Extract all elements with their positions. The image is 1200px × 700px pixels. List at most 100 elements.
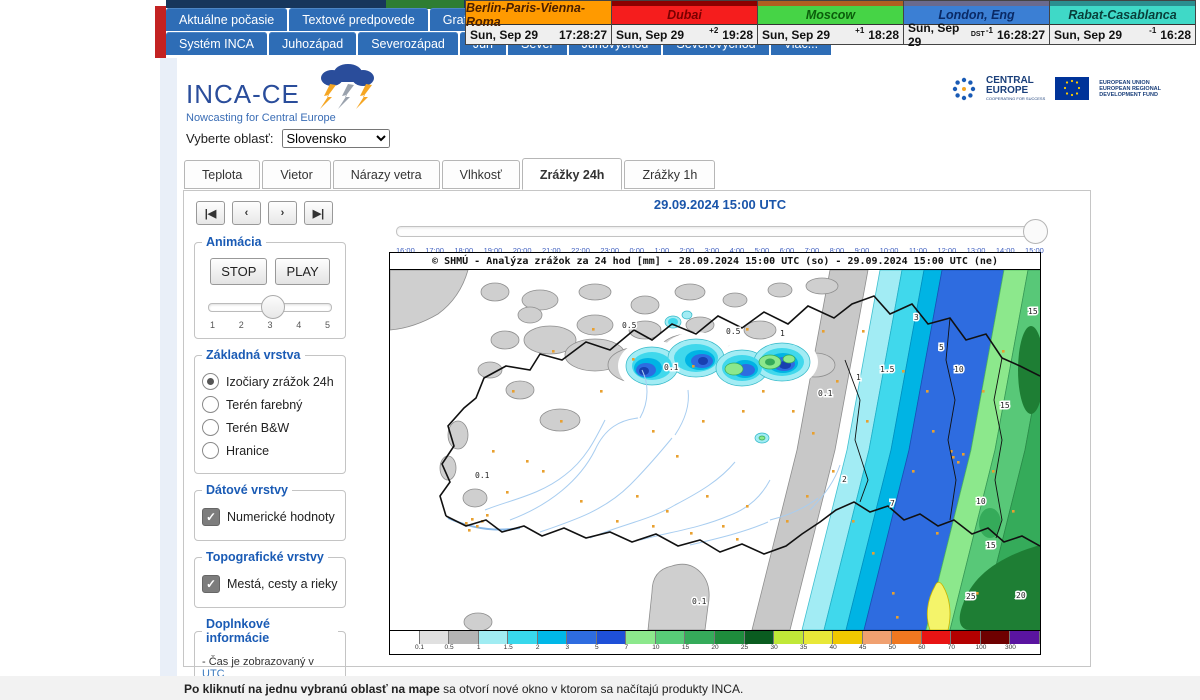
- tab-zr-ky-24h[interactable]: Zrážky 24h: [522, 158, 623, 190]
- city-dot: [580, 500, 583, 503]
- legend-label-7: 7: [625, 644, 629, 651]
- play-button[interactable]: PLAY: [275, 258, 329, 285]
- radio-option-3[interactable]: Hranice: [202, 442, 338, 459]
- city-dot: [542, 470, 545, 473]
- contour-label: 10: [976, 497, 986, 506]
- legend-label-45: 45: [859, 644, 866, 651]
- legend-cell-2: [449, 631, 479, 644]
- checkbox-option-0[interactable]: ✓Numerické hodnoty: [202, 508, 338, 526]
- clock-3: London, EngSun, Sep 29DST-116:28:27: [904, 0, 1050, 45]
- nav-tab-row2-1[interactable]: Juhozápad: [269, 32, 356, 55]
- city-dot: [652, 525, 655, 528]
- checkbox-option-0[interactable]: ✓Mestá, cesty a rieky: [202, 575, 338, 593]
- data-layer-options: ✓Numerické hodnoty: [202, 508, 338, 526]
- city-dot: [866, 420, 869, 423]
- tab-teplota[interactable]: Teplota: [184, 160, 260, 189]
- legend-label-70: 70: [948, 644, 955, 651]
- radio-unselected[interactable]: [202, 442, 219, 459]
- city-dot: [722, 525, 725, 528]
- radio-option-0[interactable]: Izočiary zrážok 24h: [202, 373, 338, 390]
- legend-label-300: 300: [1005, 644, 1016, 651]
- clock-date: Sun, Sep 29: [470, 28, 559, 42]
- skip-end-button[interactable]: ▶|: [304, 201, 333, 225]
- speed-slider-thumb[interactable]: [261, 295, 285, 319]
- legend-cell-11: [715, 631, 745, 644]
- time-slider-thumb[interactable]: [1023, 219, 1048, 244]
- region-select-row: Vyberte oblasť: Slovensko: [186, 129, 390, 148]
- radio-option-1[interactable]: Terén farebný: [202, 396, 338, 413]
- tab-vlhkos-[interactable]: Vlhkosť: [442, 160, 520, 189]
- contour-label: 25: [966, 592, 976, 601]
- radio-unselected[interactable]: [202, 396, 219, 413]
- clock-city: Moscow: [758, 6, 903, 25]
- clock-datetime: Sun, Sep 29DST-116:28:27: [904, 25, 1049, 44]
- city-dot: [982, 390, 985, 393]
- nav-tab-row1-0[interactable]: Aktuálne počasie: [166, 8, 287, 31]
- legend-label-1.5: 1.5: [504, 644, 513, 651]
- legend-label-100: 100: [975, 644, 986, 651]
- tab-zr-ky-1h[interactable]: Zrážky 1h: [624, 160, 715, 189]
- contour-label: 0.1: [475, 471, 490, 480]
- region-select[interactable]: Slovensko: [282, 129, 390, 148]
- precipitation-map[interactable]: © SHMÚ - Analýza zrážok za 24 hod [mm] -…: [389, 252, 1041, 655]
- page: Aktuálne počasieTextové predpovedeGrafic…: [0, 0, 1200, 700]
- clock-datetime: Sun, Sep 29+118:28: [758, 25, 903, 44]
- tab-n-razy-vetra[interactable]: Nárazy vetra: [333, 160, 440, 189]
- time-slider-track[interactable]: [396, 226, 1044, 237]
- content-panel: |◀‹›▶| Animácia STOP PLAY 12345 Základná…: [183, 190, 1091, 667]
- base-layer-legend: Základná vrstva: [202, 348, 305, 362]
- city-dot: [600, 390, 603, 393]
- legend-cell-15: [833, 631, 863, 644]
- legend-label-35: 35: [800, 644, 807, 651]
- ce-line2: EUROPE: [986, 85, 1028, 96]
- step-forward-button[interactable]: ›: [268, 201, 297, 225]
- contour-label: 1: [856, 373, 861, 382]
- contour-label: 1: [780, 329, 785, 338]
- checkbox-checked[interactable]: ✓: [202, 508, 220, 526]
- time-slider[interactable]: [396, 220, 1044, 242]
- stop-button[interactable]: STOP: [210, 258, 267, 285]
- clock-time: 17:28:27: [559, 28, 607, 42]
- city-dot: [992, 470, 995, 473]
- city-dot: [742, 410, 745, 413]
- speed-labels: 12345: [210, 320, 330, 330]
- radio-unselected[interactable]: [202, 419, 219, 436]
- clock-city: Dubai: [612, 6, 757, 25]
- city-dot: [692, 365, 695, 368]
- legend-cell-1: [420, 631, 450, 644]
- contour-label: 1.5: [880, 365, 895, 374]
- city-dot: [465, 522, 468, 525]
- city-dot: [932, 430, 935, 433]
- tab-vietor[interactable]: Vietor: [262, 160, 330, 189]
- speed-slider[interactable]: [208, 295, 332, 317]
- legend-cell-10: [685, 631, 715, 644]
- map-title: © SHMÚ - Analýza zrážok za 24 hod [mm] -…: [390, 253, 1040, 270]
- map-canvas[interactable]: 0.10.10.10.10.50.5111.523510151571015202…: [390, 270, 1040, 630]
- region-select-label: Vyberte oblasť:: [186, 131, 274, 146]
- contour-label: 15: [1028, 307, 1038, 316]
- contour-label: 10: [954, 365, 964, 374]
- nav-tab-row2-0[interactable]: Systém INCA: [166, 32, 267, 55]
- step-back-button[interactable]: ‹: [232, 201, 261, 225]
- clock-dst-flag: DST: [971, 31, 985, 38]
- legend-labels: 0.10.511.5235710152025303540455060701003…: [390, 644, 1040, 653]
- radio-selected[interactable]: [202, 373, 219, 390]
- city-dot: [706, 495, 709, 498]
- clock-utc-offset: +1: [855, 26, 864, 35]
- checkbox-checked[interactable]: ✓: [202, 575, 220, 593]
- nav-tab-row1-1[interactable]: Textové predpovede: [289, 8, 428, 31]
- radio-option-2[interactable]: Terén B&W: [202, 419, 338, 436]
- ce-tagline: COOPERATING FOR SUCCESS: [986, 96, 1045, 101]
- legend-cell-5: [538, 631, 568, 644]
- skip-start-button[interactable]: |◀: [196, 201, 225, 225]
- legend-cell-17: [892, 631, 922, 644]
- info-legend: Doplnkové informácie: [202, 617, 338, 645]
- clock-1: DubaiSun, Sep 29+219:28: [612, 0, 758, 45]
- contour-label: 0.5: [622, 321, 637, 330]
- nav-tab-row2-2[interactable]: Severozápad: [358, 32, 458, 55]
- city-dot: [486, 514, 489, 517]
- city-dot: [852, 520, 855, 523]
- city-dot: [786, 520, 789, 523]
- radio-label: Terén farebný: [226, 398, 302, 412]
- legend-cell-4: [508, 631, 538, 644]
